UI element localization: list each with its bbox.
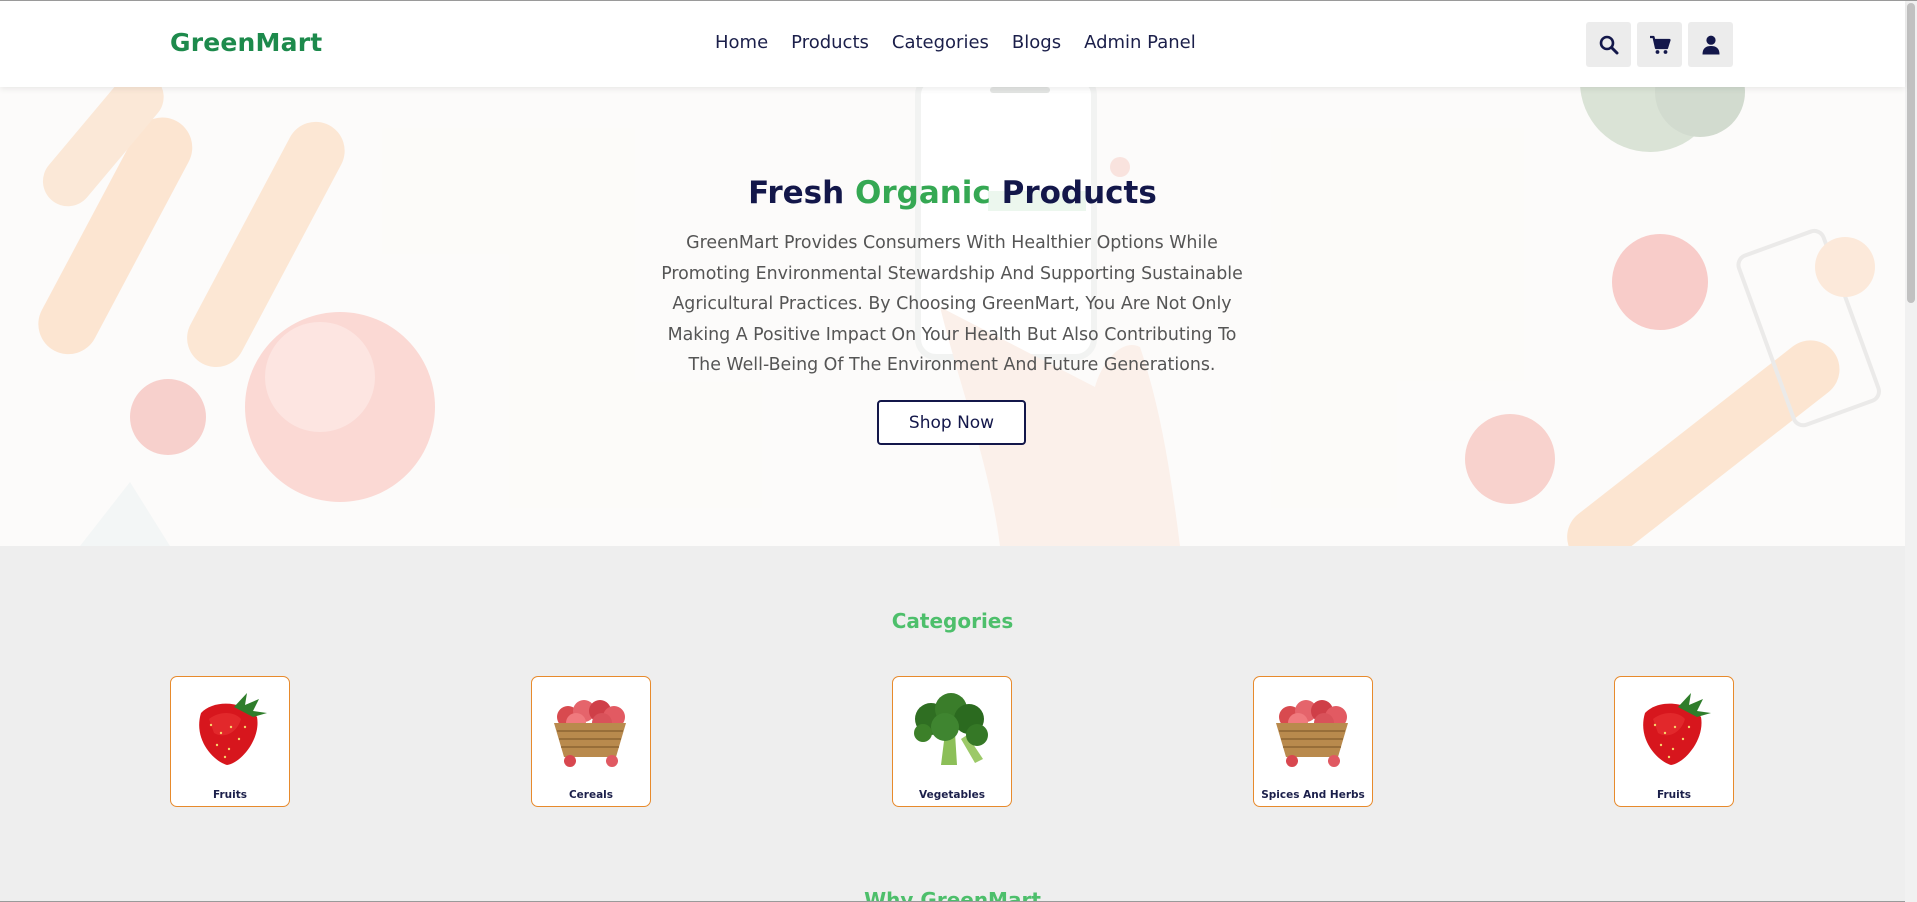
hero-title: Fresh Organic Products [0, 175, 1905, 211]
cart-button[interactable] [1637, 22, 1682, 67]
brand-logo[interactable]: GreenMart [170, 28, 322, 57]
nav-admin-panel[interactable]: Admin Panel [1084, 32, 1196, 53]
nav-categories[interactable]: Categories [892, 32, 989, 53]
category-card-vegetables[interactable]: Vegetables [892, 676, 1012, 807]
category-label: Cereals [568, 789, 614, 801]
nav-blogs[interactable]: Blogs [1012, 32, 1061, 53]
category-card-spices-and-herbs[interactable]: Spices And Herbs [1253, 676, 1373, 807]
shop-now-button[interactable]: Shop Now [877, 400, 1026, 445]
hero-description: GreenMart Provides Consumers With Health… [661, 233, 1243, 375]
categories-section: Categories Fruits Cereals Vegetables Spi… [0, 546, 1905, 902]
page-scrollbar[interactable] [1905, 1, 1917, 902]
cart-icon [1649, 35, 1671, 54]
hero-title-part2: Products [990, 175, 1157, 211]
header-actions [1586, 22, 1733, 67]
category-label: Fruits [212, 789, 248, 801]
hero-title-part1: Fresh [748, 175, 855, 211]
main-nav: Home Products Categories Blogs Admin Pan… [715, 32, 1219, 53]
strawberry-image [179, 689, 279, 769]
user-icon [1702, 35, 1719, 54]
why-greenmart-heading: Why GreenMart [864, 888, 1041, 902]
strawberry-image [1623, 689, 1723, 769]
apple-basket-image [540, 689, 640, 769]
hero-section: Fresh Organic Products GreenMart Provide… [0, 87, 1905, 546]
category-card-fruits-2[interactable]: Fruits [1614, 676, 1734, 807]
search-button[interactable] [1586, 22, 1631, 67]
broccoli-image [901, 689, 1001, 769]
category-label: Fruits [1656, 789, 1692, 801]
category-label: Spices And Herbs [1261, 789, 1365, 801]
category-card-cereals[interactable]: Cereals [531, 676, 651, 807]
page: GreenMart Home Products Categories Blogs… [0, 0, 1917, 902]
nav-products[interactable]: Products [791, 32, 869, 53]
apple-basket-image [1262, 689, 1362, 769]
category-label: Vegetables [919, 789, 985, 801]
search-icon [1599, 35, 1618, 54]
hero-title-accent: Organic [854, 175, 991, 211]
categories-heading: Categories [891, 609, 1014, 633]
nav-home[interactable]: Home [715, 32, 768, 53]
site-header: GreenMart Home Products Categories Blogs… [0, 1, 1905, 87]
account-button[interactable] [1688, 22, 1733, 67]
scrollbar-thumb[interactable] [1907, 3, 1915, 303]
category-card-fruits[interactable]: Fruits [170, 676, 290, 807]
